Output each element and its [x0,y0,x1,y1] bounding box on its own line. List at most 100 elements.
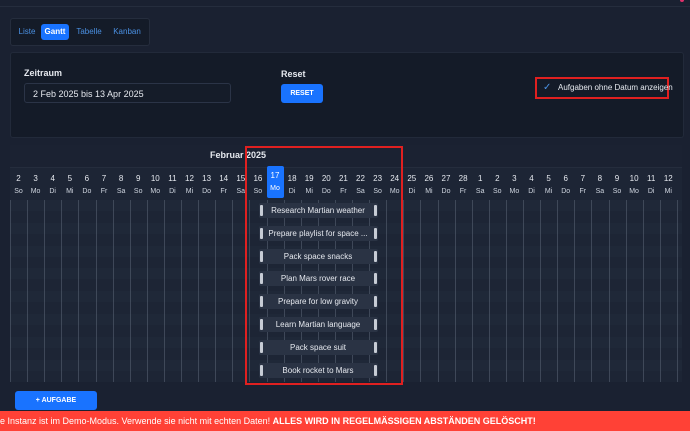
day-gridline [215,200,217,382]
weekday-label: So [612,188,622,195]
tab-kanban[interactable]: Kanban [111,24,143,40]
weekday-label: Fr [459,188,467,195]
weekday-label: Mo [389,188,400,195]
day-number: 14 [219,174,229,183]
gantt-task-bar[interactable]: Pack space snacks [258,248,378,264]
day-column-header: 24 Mo [386,169,403,199]
date-range-input[interactable]: 2 Feb 2025 bis 13 Apr 2025 [24,83,231,103]
month-title: Februar 2025 [210,150,267,160]
resize-handle-right[interactable] [373,319,377,330]
reset-button[interactable]: RESET [281,84,323,103]
resize-handle-left[interactable] [259,205,263,216]
day-gridline [146,200,148,382]
day-number: 9 [135,174,141,183]
day-column-header: 4 Di [523,169,540,199]
resize-handle-right[interactable] [373,296,377,308]
day-number: 16 [253,174,263,183]
weekday-label: Mo [30,188,41,195]
weekday-label: Sa [475,188,485,195]
month-header: Februar 2025 [10,145,682,168]
day-number: 2 [16,174,21,183]
day-number: 28 [458,174,468,183]
gantt-task-bar[interactable]: Prepare for low gravity [258,294,378,310]
gantt-task-bar[interactable]: Pack space suit [258,339,378,355]
day-number: 5 [67,174,73,183]
day-number: 8 [597,174,603,183]
today-column-header: 17 Mo [266,166,284,198]
tab-tabelle[interactable]: Tabelle [75,24,103,40]
day-column-header: 6 Do [557,169,574,199]
weekday-label: Mo [150,188,161,195]
day-number: 23 [373,174,383,183]
weekday-label: Do [202,188,212,195]
day-column-header: 12 Mi [660,169,677,199]
resize-handle-left[interactable] [259,250,263,262]
day-column-header: 26 Mi [420,169,437,199]
resize-handle-left[interactable] [259,273,263,285]
day-number: 21 [338,174,348,183]
day-gridline [198,200,200,382]
day-gridline [488,200,490,382]
gantt-task-bar[interactable]: Learn Martian language [258,317,378,332]
day-number: 4 [50,174,55,183]
weekday-label: Fr [340,188,347,195]
day-column-header: 15 Sa [232,169,249,199]
task-title: Pack space suit [289,342,347,352]
weekday-label: Fr [579,188,587,195]
day-gridline [78,200,80,382]
day-gridline [608,200,610,382]
day-number: 27 [441,174,451,183]
create-task-button[interactable]: + AUFGABE ERSTELLEN [15,391,97,423]
day-column-header: 13 Do [198,169,215,199]
day-number: 24 [390,174,400,183]
notification-dot [680,0,684,2]
resize-handle-left[interactable] [259,319,263,330]
day-column-header: 3 Mo [506,169,523,199]
day-column-header: 27 Do [438,169,455,199]
show-undated-checkbox[interactable]: ✓ Aufgaben ohne Datum anzeigen [535,77,673,99]
day-column-header: 6 Do [78,169,95,199]
day-column-header: 11 Di [164,169,181,199]
day-number: 13 [202,174,212,183]
resize-handle-left[interactable] [259,364,263,376]
gantt-task-bar[interactable]: Research Martian weather [258,203,378,218]
resize-handle-right[interactable] [373,205,377,216]
resize-handle-left[interactable] [259,296,263,308]
resize-handle-right[interactable] [373,273,377,285]
day-number: 6 [84,174,90,183]
day-column-header: 7 Fr [574,169,591,199]
task-title: Pack space snacks [283,251,353,261]
day-number: 22 [356,174,365,183]
resize-handle-right[interactable] [373,227,377,239]
day-column-header: 19 Mi [301,169,318,199]
day-number: 10 [150,174,160,183]
day-gridline [540,200,542,382]
banner-emphasis: ALLES WIRD IN REGELMÄSSIGEN ABSTÄNDEN GE… [272,416,536,426]
day-column-header: 1D [677,169,682,199]
tab-gantt[interactable]: Gantt [41,24,69,40]
weekday-label: Di [528,188,535,195]
day-number: 1 [677,172,682,185]
weekday-label: Di [288,188,296,195]
day-column-header: 25 Di [403,169,420,199]
task-title: Learn Martian language [275,320,361,329]
day-number: 7 [101,174,107,183]
gantt-task-bar[interactable]: Prepare playlist for space ... [258,225,378,241]
resize-handle-right[interactable] [373,341,377,353]
resize-handle-right[interactable] [373,250,377,262]
day-gridline [642,200,644,382]
day-column-header: 2 So [10,169,27,199]
gantt-task-bar[interactable]: Plan Mars rover race [258,271,378,287]
day-gridline [112,200,114,382]
tab-liste[interactable]: Liste [16,24,38,40]
resize-handle-left[interactable] [259,341,263,353]
resize-handle-right[interactable] [373,364,377,376]
day-column-header: 9 So [609,169,626,199]
gantt-task-bar[interactable]: Book rocket to Mars [258,362,378,378]
resize-handle-left[interactable] [259,227,263,239]
weekday-label: Mi [185,188,194,195]
day-column-header: 7 Fr [96,169,113,199]
day-column-header: 10 Mo [147,169,164,199]
day-number: 6 [563,174,568,183]
day-column-header: 5 Mi [61,169,78,199]
